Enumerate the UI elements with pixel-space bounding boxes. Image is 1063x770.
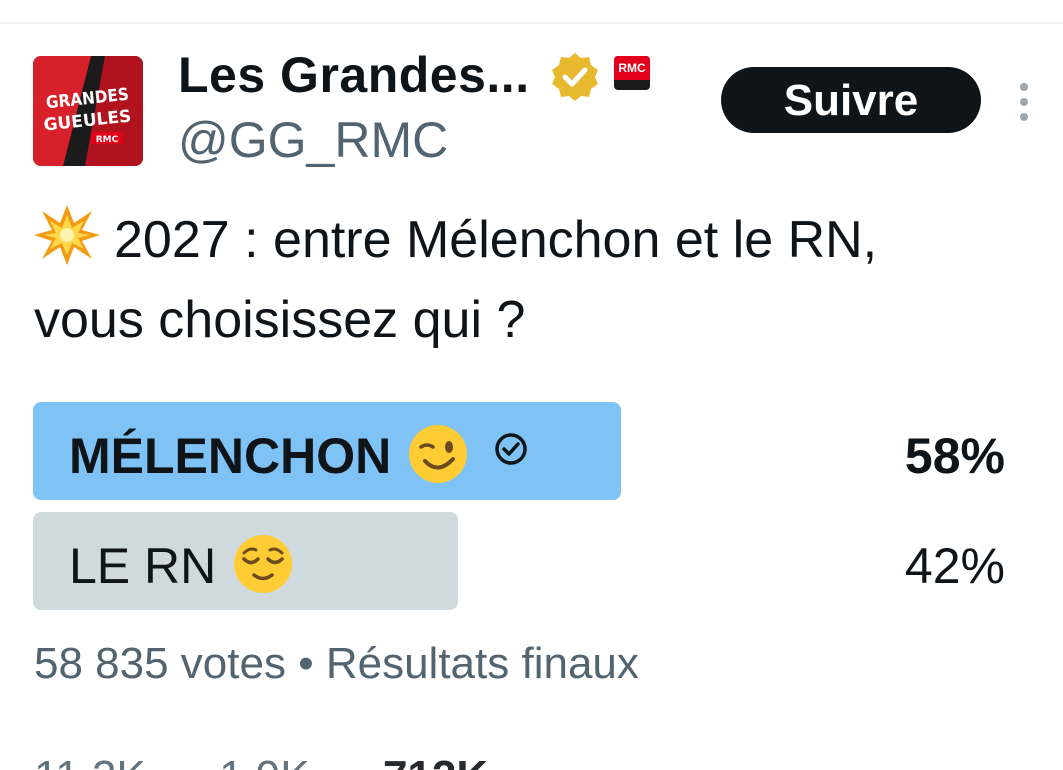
poll-label-text: MÉLENCHON bbox=[69, 428, 392, 484]
poll-label-melenchon: MÉLENCHON bbox=[69, 402, 529, 500]
tweet-line-2: vous choisissez qui ? bbox=[34, 291, 526, 349]
poll-option-melenchon[interactable]: MÉLENCHON 58% bbox=[33, 402, 1013, 500]
verified-badge-icon bbox=[552, 53, 598, 101]
more-options-icon[interactable] bbox=[1012, 82, 1036, 122]
follow-button[interactable]: Suivre bbox=[721, 67, 981, 133]
voted-check-icon bbox=[495, 433, 527, 465]
rmc-badge-text: RMC bbox=[614, 56, 650, 80]
tweet-text: 2027 : entre Mélenchon et le RN, vous ch… bbox=[34, 200, 1034, 360]
relieved-face-icon bbox=[234, 535, 293, 593]
engagement-stats: 11,2K 1,9K 712K bbox=[34, 752, 488, 770]
display-name[interactable]: Les Grandes... bbox=[178, 44, 530, 106]
replies-count[interactable]: 11,2K bbox=[34, 752, 146, 770]
winking-face-icon bbox=[409, 425, 468, 483]
tweet-card: GRANDES GUEULES RMC Les Grandes... RMC @… bbox=[0, 0, 1063, 770]
avatar-text-3: RMC bbox=[96, 135, 119, 145]
account-avatar[interactable]: GRANDES GUEULES RMC bbox=[33, 56, 143, 166]
tweet-line-1: 2027 : entre Mélenchon et le RN, bbox=[34, 200, 1034, 280]
poll-votes: 58 835 votes bbox=[34, 639, 286, 688]
tweet-line-1-text: 2027 : entre Mélenchon et le RN, bbox=[114, 211, 878, 269]
poll-percent-melenchon: 58% bbox=[904, 428, 1005, 484]
poll-percent-rn: 42% bbox=[904, 538, 1005, 594]
poll-label-text: LE RN bbox=[69, 538, 217, 594]
poll-option-rn[interactable]: LE RN 42% bbox=[33, 512, 1013, 610]
poll-meta: 58 835 votes • Résultats finaux bbox=[34, 636, 639, 692]
poll-separator: • bbox=[298, 639, 314, 688]
top-divider bbox=[0, 22, 1063, 24]
poll-status: Résultats finaux bbox=[325, 639, 639, 688]
views-count[interactable]: 712K bbox=[383, 752, 488, 770]
collision-icon bbox=[34, 205, 100, 265]
rmc-affiliate-badge: RMC bbox=[614, 56, 650, 90]
poll-label-rn: LE RN bbox=[69, 512, 294, 610]
account-handle[interactable]: @GG_RMC bbox=[178, 110, 448, 170]
reposts-count[interactable]: 1,9K bbox=[219, 752, 310, 770]
